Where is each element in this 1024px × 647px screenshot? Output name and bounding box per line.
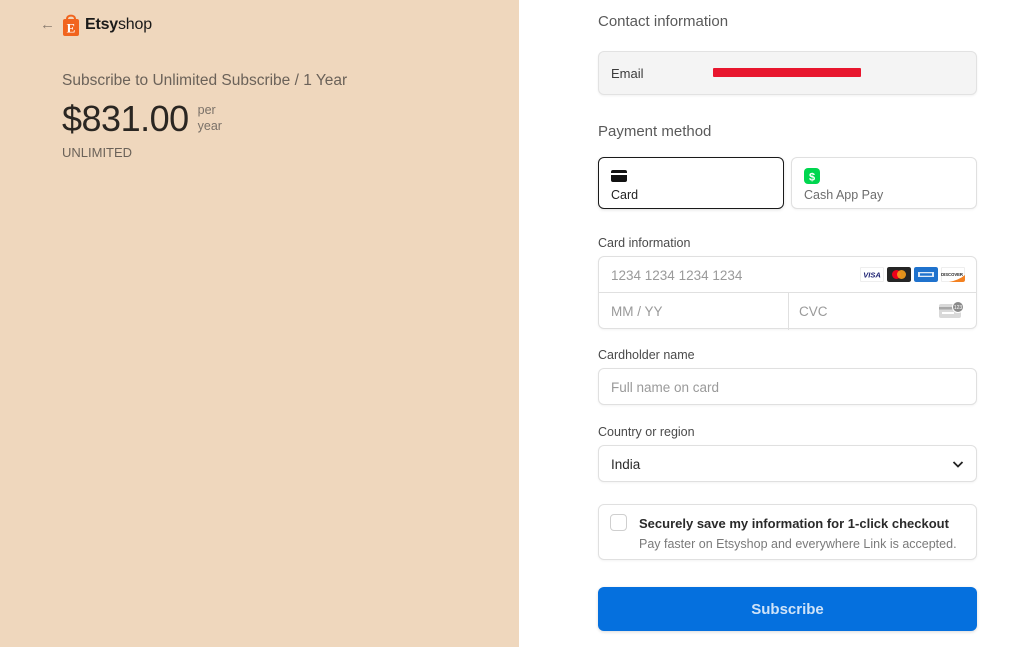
svg-text:DISCOVER: DISCOVER [941, 272, 963, 277]
field-divider [788, 293, 789, 330]
card-info-group: 1234 1234 1234 1234 VISA DISCOVER MM / Y… [598, 256, 977, 330]
order-summary-panel: ← E Etsyshop Subscribe to Unlimited Subs… [0, 0, 519, 647]
svg-text:VISA: VISA [863, 271, 881, 280]
expiry-field[interactable]: MM / YY [611, 304, 663, 319]
mastercard-icon [887, 267, 911, 282]
back-arrow-icon[interactable]: ← [40, 16, 55, 33]
subscribe-button[interactable]: Subscribe [598, 587, 977, 631]
save-info-checkbox[interactable] [610, 514, 627, 531]
payment-method-cash-app[interactable]: $ Cash App Pay [791, 157, 977, 209]
email-redaction [713, 68, 861, 77]
email-label: Email [611, 66, 644, 81]
cardholder-name-input[interactable]: Full name on card [598, 368, 977, 405]
payment-method-card[interactable]: Card [598, 157, 784, 209]
card-number-placeholder: 1234 1234 1234 1234 [611, 268, 743, 283]
cardholder-placeholder: Full name on card [611, 380, 720, 395]
visa-icon: VISA [860, 267, 884, 282]
cash-app-icon: $ [804, 168, 820, 184]
card-icon [611, 170, 627, 182]
amex-icon [914, 267, 938, 282]
save-info-box: Securely save my information for 1-click… [598, 504, 977, 560]
card-number-field[interactable]: 1234 1234 1234 1234 VISA DISCOVER [599, 257, 976, 293]
price-amount: $831.00 [62, 98, 189, 139]
chevron-down-icon [952, 461, 964, 468]
country-label: Country or region [598, 425, 695, 439]
brand-name: Etsyshop [85, 15, 152, 33]
billing-period: per year [197, 103, 222, 133]
save-info-description: Pay faster on Etsyshop and everywhere Li… [639, 537, 957, 551]
svg-text:123: 123 [954, 305, 963, 311]
cardholder-label: Cardholder name [598, 348, 695, 362]
card-brands: VISA DISCOVER [860, 267, 965, 282]
shopping-bag-icon: E [63, 14, 79, 36]
price-row: $831.00 per year [62, 98, 222, 140]
checkout-form: Contact information Email Payment method… [519, 0, 1024, 647]
card-info-label: Card information [598, 236, 691, 250]
save-info-title: Securely save my information for 1-click… [639, 516, 949, 531]
subscription-title: Subscribe to Unlimited Subscribe / 1 Yea… [62, 72, 348, 89]
payment-method-card-label: Card [611, 188, 639, 202]
discover-icon: DISCOVER [941, 267, 965, 282]
contact-heading: Contact information [598, 13, 729, 30]
plan-name: UNLIMITED [62, 145, 133, 160]
cvc-card-icon: 123 [939, 301, 964, 318]
payment-method-heading: Payment method [598, 123, 712, 140]
country-select[interactable]: India [598, 445, 977, 482]
brand-logo[interactable]: E Etsyshop [62, 12, 152, 37]
logo-letter: E [67, 21, 76, 36]
svg-text:$: $ [809, 172, 815, 184]
country-value: India [611, 457, 641, 472]
card-expiry-cvc-row: MM / YY CVC 123 [599, 293, 976, 330]
email-field[interactable]: Email [598, 51, 977, 95]
payment-method-cash-app-label: Cash App Pay [804, 188, 884, 202]
cvc-field[interactable]: CVC [799, 304, 828, 319]
